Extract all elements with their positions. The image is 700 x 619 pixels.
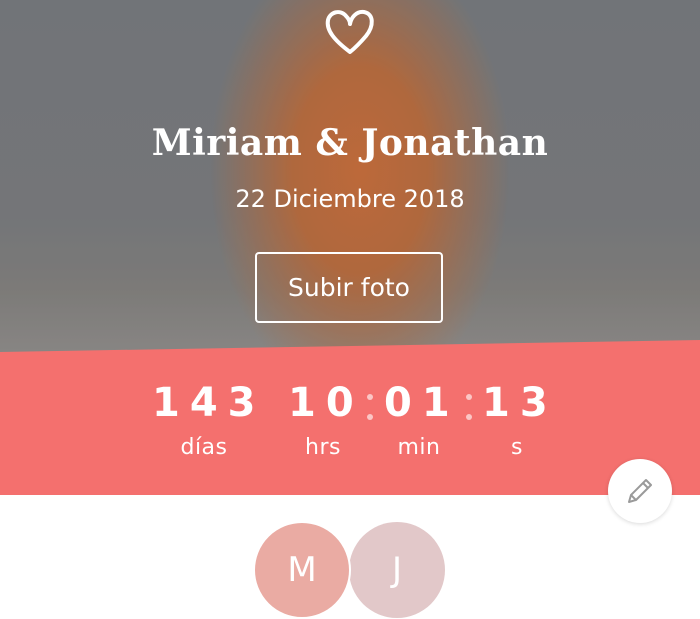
countdown-minutes: 01 min — [384, 383, 454, 460]
countdown-hours: 10 hrs — [288, 383, 358, 460]
avatar-miriam[interactable]: M — [253, 521, 351, 619]
minutes-label: min — [397, 435, 441, 460]
upload-photo-button[interactable]: Subir foto — [255, 252, 443, 323]
couple-names: Miriam & Jonathan — [151, 122, 549, 164]
seconds-value: 13 — [482, 380, 558, 426]
colon-separator — [366, 394, 374, 434]
heart-icon — [325, 9, 374, 54]
colon-separator — [465, 394, 473, 434]
minutes-value: 01 — [384, 380, 460, 426]
days-label: días — [180, 435, 228, 460]
hours-label: hrs — [305, 435, 341, 460]
countdown-days: 143 días — [152, 383, 256, 460]
hours-value: 10 — [288, 380, 364, 426]
days-value: 143 — [152, 380, 266, 426]
wedding-date: 22 Diciembre 2018 — [235, 185, 465, 213]
countdown-seconds: 13 s — [482, 383, 552, 460]
avatar-jonathan[interactable]: J — [349, 522, 445, 618]
edit-button[interactable] — [608, 459, 672, 523]
seconds-label: s — [511, 435, 523, 460]
pencil-icon — [628, 479, 652, 503]
